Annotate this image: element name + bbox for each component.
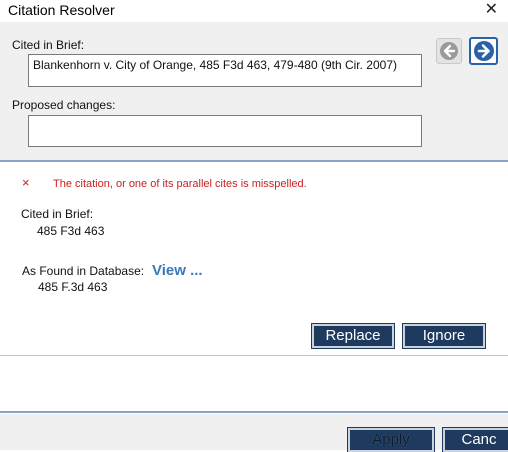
error-message: The citation, or one of its parallel cit… [53,178,307,190]
view-link[interactable]: View ... [152,262,203,279]
dialog-footer: Apply Canc [0,414,508,452]
next-button[interactable] [469,37,498,65]
found-in-database-value: 485 F.3d 463 [38,280,108,294]
cancel-button[interactable]: Canc [442,427,508,452]
cited-in-brief-field[interactable]: Blankenhorn v. City of Orange, 485 F3d 4… [28,54,422,87]
ignore-button[interactable]: Ignore [402,323,486,349]
citation-input-panel: Cited in Brief: Blankenhorn v. City of O… [0,22,508,162]
result-cited-label: Cited in Brief: [21,207,94,221]
proposed-changes-label: Proposed changes: [12,98,116,112]
result-cited-value: 485 F3d 463 [37,224,105,238]
apply-button[interactable]: Apply [347,427,435,452]
found-in-database-label: As Found in Database: [22,264,145,278]
close-icon[interactable]: ✕ [485,0,498,20]
previous-button[interactable] [436,38,462,64]
title-bar: Citation Resolver ✕ [0,0,508,22]
arrow-left-icon [440,42,458,60]
divider [0,411,508,413]
window-title: Citation Resolver [8,2,115,18]
resolver-result-panel: × The citation, or one of its parallel c… [0,164,508,354]
proposed-changes-field[interactable] [28,115,422,147]
cited-in-brief-label: Cited in Brief: [12,38,85,52]
replace-button[interactable]: Replace [311,323,395,349]
error-x-icon: × [22,175,30,190]
arrow-right-icon [473,41,494,61]
divider [0,355,508,356]
